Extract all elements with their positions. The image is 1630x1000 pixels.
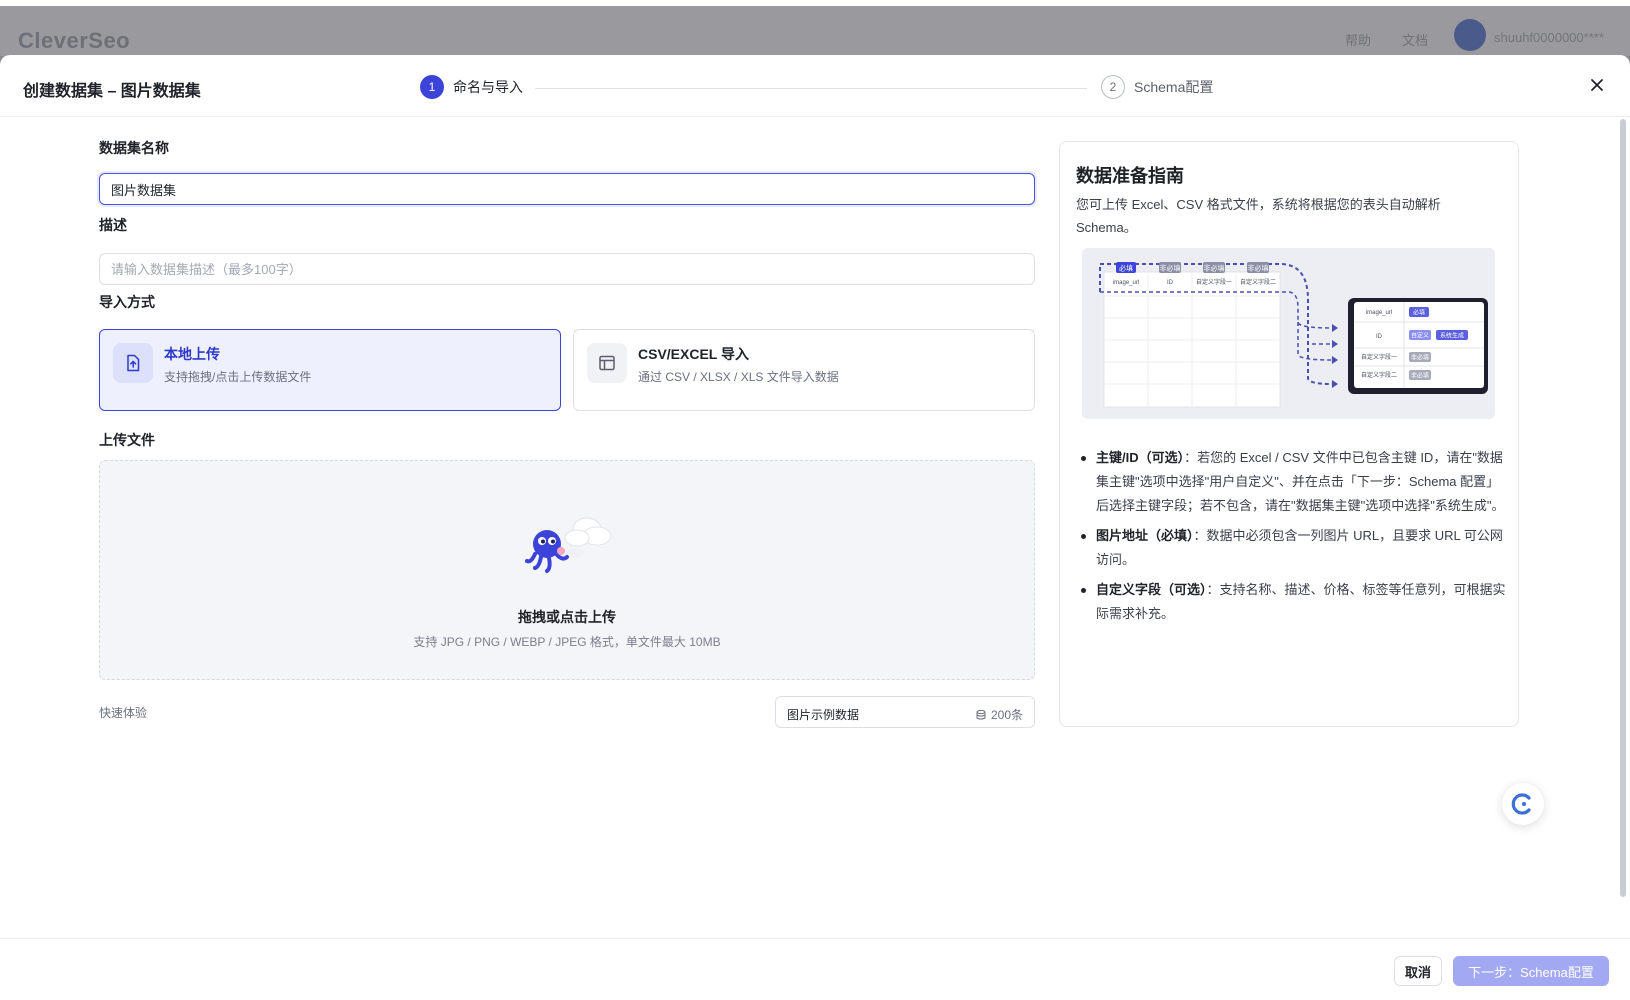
illus-row-tag-3: 系统生成 (1440, 332, 1464, 340)
upload-dropzone[interactable]: 拖拽或点击上传 支持 JPG / PNG / WEBP / JPEG 格式，单文… (99, 460, 1035, 680)
illus-row-tag-1: 必填 (1413, 309, 1425, 317)
illus-tag-required: 必填 (1119, 264, 1133, 273)
illus-row-4: 自定义字段二 (1361, 371, 1397, 379)
step-2-number: 2 (1101, 75, 1125, 99)
database-icon (976, 709, 986, 720)
illus-col-3: 自定义字段一 (1196, 278, 1232, 286)
close-button[interactable] (1586, 74, 1608, 96)
modal-footer: 取消 下一步：Schema配置 (0, 938, 1630, 1000)
table-icon (587, 343, 627, 383)
assistant-logo-icon (1511, 793, 1531, 815)
method-local-upload[interactable]: 本地上传 支持拖拽/点击上传数据文件 (99, 329, 561, 411)
illus-row-2: ID (1376, 334, 1383, 340)
illus-row-3: 自定义字段一 (1361, 353, 1397, 361)
guide-item-primary-key: 主键/ID（可选）：若您的 Excel / CSV 文件中已包含主键 ID，请在… (1076, 446, 1506, 518)
guide-title: 数据准备指南 (1076, 166, 1184, 186)
illus-row-tag-4: 非必填 (1411, 354, 1429, 362)
schema-mapping-illustration: 必填 非必填 非必填 非必填 image_url ID 自定义字段一 自定义字段… (1082, 248, 1495, 419)
modal-title: 创建数据集 – 图片数据集 (23, 83, 201, 100)
background-avatar (1454, 19, 1486, 51)
step-1-label: 命名与导入 (453, 79, 523, 95)
cancel-button[interactable]: 取消 (1394, 956, 1442, 986)
illus-tag-optional-1: 非必填 (1160, 264, 1181, 273)
description-input[interactable] (99, 253, 1035, 285)
file-upload-icon (113, 343, 153, 383)
background-logo: CleverSeo (18, 28, 131, 53)
import-method-label: 导入方式 (99, 294, 155, 310)
modal-header: 创建数据集 – 图片数据集 1 命名与导入 2 Schema配置 (0, 55, 1630, 117)
sample-dataset-count: 200条 (975, 706, 1023, 723)
illus-tag-optional-2: 非必填 (1204, 264, 1225, 273)
data-prep-guide-panel: 数据准备指南 您可上传 Excel、CSV 格式文件，系统将根据您的表头自动解析… (1059, 141, 1519, 727)
sample-count-text: 200条 (990, 708, 1023, 722)
illus-row-tag-5: 非必填 (1411, 372, 1429, 380)
method-csv-excel-desc: 通过 CSV / XLSX / XLS 文件导入数据 (638, 370, 839, 384)
assistant-float-button[interactable] (1502, 783, 1544, 825)
upload-file-label: 上传文件 (99, 432, 155, 448)
illus-col-1: image_url (1113, 280, 1139, 286)
create-dataset-modal: 创建数据集 – 图片数据集 1 命名与导入 2 Schema配置 数据集名称 描… (0, 55, 1630, 1000)
sample-dataset-chip[interactable]: 图片示例数据 200条 (775, 696, 1035, 728)
guide-intro: 您可上传 Excel、CSV 格式文件，系统将根据您的表头自动解析 Schema… (1076, 197, 1441, 235)
guide-item-head: 主键/ID（可选） (1096, 450, 1185, 465)
guide-item-image-url: 图片地址（必填）：数据中必须包含一列图片 URL，且要求 URL 可公网访问。 (1076, 524, 1506, 572)
guide-item-custom-fields: 自定义字段（可选）：支持名称、描述、价格、标签等任意列，可根据实际需求补充。 (1076, 578, 1506, 626)
illus-col-4: 自定义字段二 (1240, 278, 1276, 286)
background-username: shuuhf0000000**** (1494, 30, 1604, 45)
background-app-header: CleverSeo 帮助 文档 shuuhf0000000**** (0, 6, 1630, 56)
sample-dataset-name: 图片示例数据 (787, 708, 860, 722)
method-local-upload-desc: 支持拖拽/点击上传数据文件 (164, 370, 312, 384)
step-2: 2 Schema配置 (1101, 75, 1213, 99)
upload-format-hint: 支持 JPG / PNG / WEBP / JPEG 格式，单文件最大 10MB (413, 635, 721, 649)
next-step-button[interactable]: 下一步：Schema配置 (1453, 956, 1609, 986)
step-2-label: Schema配置 (1134, 79, 1214, 95)
background-nav-docs: 文档 (1402, 33, 1429, 48)
illus-col-2: ID (1167, 280, 1174, 286)
method-csv-excel-title: CSV/EXCEL 导入 (638, 346, 749, 362)
close-icon (1591, 79, 1603, 91)
illus-row-tag-2: 自定义 (1411, 332, 1429, 340)
octopus-cloud-icon (525, 517, 612, 573)
step-1-number: 1 (420, 75, 444, 99)
background-nav-help: 帮助 (1345, 33, 1372, 48)
dataset-name-input[interactable] (99, 173, 1035, 205)
guide-item-head: 图片地址（必填） (1096, 528, 1194, 543)
step-connector (535, 88, 1087, 89)
method-csv-excel-import[interactable]: CSV/EXCEL 导入 通过 CSV / XLSX / XLS 文件导入数据 (573, 329, 1035, 411)
step-1: 1 命名与导入 (420, 75, 523, 99)
description-label: 描述 (99, 217, 127, 233)
guide-item-head: 自定义字段（可选） (1096, 582, 1207, 597)
method-local-upload-title: 本地上传 (164, 346, 220, 362)
guide-list: 主键/ID（可选）：若您的 Excel / CSV 文件中已包含主键 ID，请在… (1076, 446, 1506, 632)
illus-tag-optional-3: 非必填 (1248, 264, 1269, 273)
modal-scrollbar[interactable] (1620, 119, 1626, 897)
dataset-name-label: 数据集名称 (99, 140, 169, 156)
upload-title: 拖拽或点击上传 (518, 609, 616, 625)
quick-experience-label: 快速体验 (99, 706, 148, 720)
illus-row-1: image_url (1366, 310, 1392, 316)
